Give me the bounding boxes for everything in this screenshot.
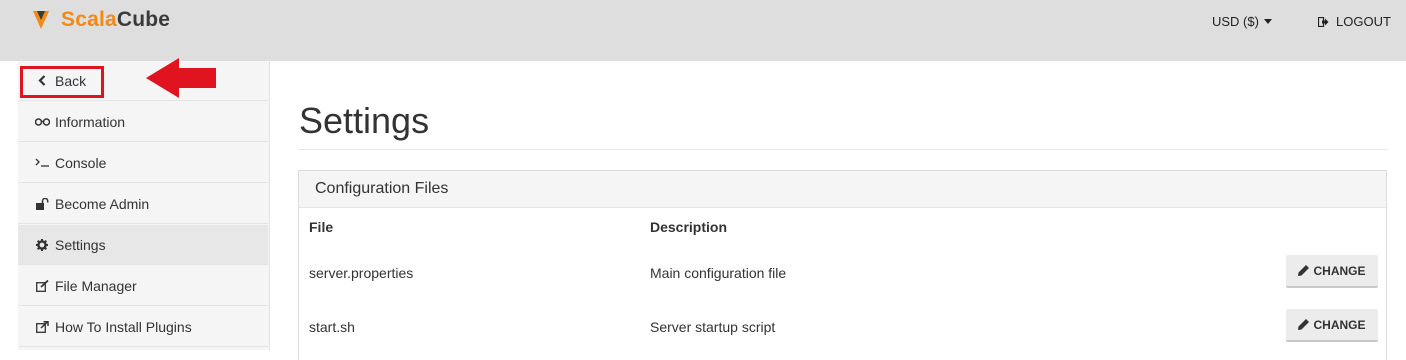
column-header-file: File <box>309 219 334 235</box>
panel-title: Configuration Files <box>315 180 449 197</box>
external-link-icon <box>34 320 50 334</box>
sidebar-item-settings[interactable]: Settings <box>18 225 268 265</box>
terminal-icon <box>34 156 50 170</box>
sidebar: Back Information Console Become Admin Se… <box>18 61 270 350</box>
glasses-icon <box>34 115 50 129</box>
sidebar-item-label: How To Install Plugins <box>55 318 192 335</box>
sidebar-item-label: Information <box>55 113 126 130</box>
unlock-icon <box>34 197 50 211</box>
caret-down-icon <box>1263 19 1272 24</box>
sidebar-item-information[interactable]: Information <box>18 102 268 142</box>
change-label: CHANGE <box>1313 263 1366 278</box>
sidebar-item-label: Settings <box>55 236 106 253</box>
brand-logo[interactable]: ScalaCube <box>33 6 170 34</box>
row-description: Server startup script <box>650 319 776 335</box>
config-files-panel: Configuration Files File Description ser… <box>298 170 1387 360</box>
row-description: Main configuration file <box>650 265 787 281</box>
currency-dropdown[interactable]: USD ($) <box>1212 14 1272 29</box>
back-highlight-box <box>20 66 104 98</box>
brand-name: ScalaCube <box>61 8 171 31</box>
sidebar-item-label: Become Admin <box>55 195 150 212</box>
logo-icon <box>33 11 49 29</box>
pencil-icon <box>1298 265 1310 276</box>
panel-heading: Configuration Files <box>299 171 1386 208</box>
row-file-name: start.sh <box>309 319 355 335</box>
logout-link[interactable]: LOGOUT <box>1318 14 1391 29</box>
top-navbar: ScalaCube USD ($) LOGOUT <box>0 0 1406 61</box>
sign-out-icon <box>1318 16 1329 27</box>
pencil-icon <box>1298 319 1310 330</box>
sidebar-item-console[interactable]: Console <box>18 143 268 183</box>
change-label: CHANGE <box>1313 317 1366 332</box>
sidebar-item-label: File Manager <box>55 277 137 294</box>
page-title: Settings <box>299 100 430 141</box>
red-arrow-annotation <box>146 58 216 98</box>
title-divider <box>299 149 1388 150</box>
sidebar-item-label: Console <box>55 154 107 171</box>
gear-icon <box>34 238 50 252</box>
change-button[interactable]: CHANGE <box>1286 255 1378 288</box>
change-button[interactable]: CHANGE <box>1286 309 1378 342</box>
edit-icon <box>34 279 50 293</box>
column-header-description: Description <box>650 219 728 235</box>
sidebar-item-become-admin[interactable]: Become Admin <box>18 184 268 224</box>
row-file-name: server.properties <box>309 265 414 281</box>
currency-label: USD ($) <box>1212 14 1259 29</box>
sidebar-item-install-plugins[interactable]: How To Install Plugins <box>18 307 268 347</box>
logout-label: LOGOUT <box>1336 14 1391 29</box>
sidebar-item-file-manager[interactable]: File Manager <box>18 266 268 306</box>
